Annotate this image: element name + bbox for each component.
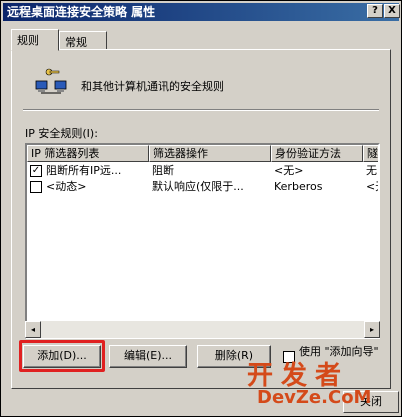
column-tunnel[interactable]: 隧 (363, 145, 378, 162)
title-bar: 远程桌面连接安全策略 属性 (3, 3, 399, 21)
tab-rules[interactable]: 规则 (11, 29, 59, 51)
edit-button[interactable]: 编辑(E)... (109, 345, 187, 368)
watermark-site: DevZe.CoM (257, 387, 372, 408)
scroll-right-icon[interactable]: ▸ (364, 321, 380, 338)
ip-rules-label: IP 安全规则(I): (25, 127, 98, 140)
tab-rules-label: 规则 (17, 34, 39, 47)
row-filter-action: 阻断 (152, 164, 174, 177)
rule-checkbox[interactable] (30, 181, 42, 193)
scroll-left-icon[interactable]: ◂ (25, 321, 41, 338)
table-row[interactable]: <动态> 默认响应(仅限于... Kerberos <无 (27, 179, 378, 195)
horizontal-scrollbar[interactable]: ◂ ▸ (25, 321, 380, 338)
column-auth-method[interactable]: 身份验证方法 (271, 145, 363, 162)
row-auth-method: <无> (274, 164, 304, 177)
help-button[interactable]: ? (367, 4, 383, 18)
table-row[interactable]: ✓ 阻断所有IP远... 阻断 <无> 无 (27, 163, 378, 179)
add-button[interactable]: 添加(D)... (23, 345, 101, 368)
column-filter-action[interactable]: 筛选器操作 (149, 145, 271, 162)
rules-description: 和其他计算机通讯的安全规则 (81, 80, 224, 93)
tab-general-label: 常规 (65, 36, 87, 49)
row-filter-list: 阻断所有IP远... (46, 164, 122, 177)
row-tunnel: <无 (366, 180, 378, 193)
row-tunnel: 无 (366, 164, 377, 177)
tab-general[interactable]: 常规 (59, 31, 107, 50)
row-filter-list: <动态> (46, 180, 87, 193)
divider (23, 109, 379, 111)
properties-window: 远程桌面连接安全策略 属性 ? X 规则 常规 和其他计算机通讯的安全规则 IP… (0, 0, 402, 417)
column-filter-list[interactable]: IP 筛选器列表 (27, 145, 149, 162)
row-filter-action: 默认响应(仅限于... (152, 180, 244, 193)
close-window-button[interactable]: X (384, 4, 400, 18)
ip-rules-list[interactable]: IP 筛选器列表 筛选器操作 身份验证方法 隧 ✓ 阻断所有IP远... 阻断 … (25, 143, 380, 339)
rule-checkbox[interactable]: ✓ (30, 165, 42, 177)
network-computers-icon (35, 68, 67, 94)
list-header: IP 筛选器列表 筛选器操作 身份验证方法 隧 (27, 145, 378, 162)
row-auth-method: Kerberos (274, 180, 323, 193)
window-title: 远程桌面连接安全策略 属性 (7, 5, 156, 19)
